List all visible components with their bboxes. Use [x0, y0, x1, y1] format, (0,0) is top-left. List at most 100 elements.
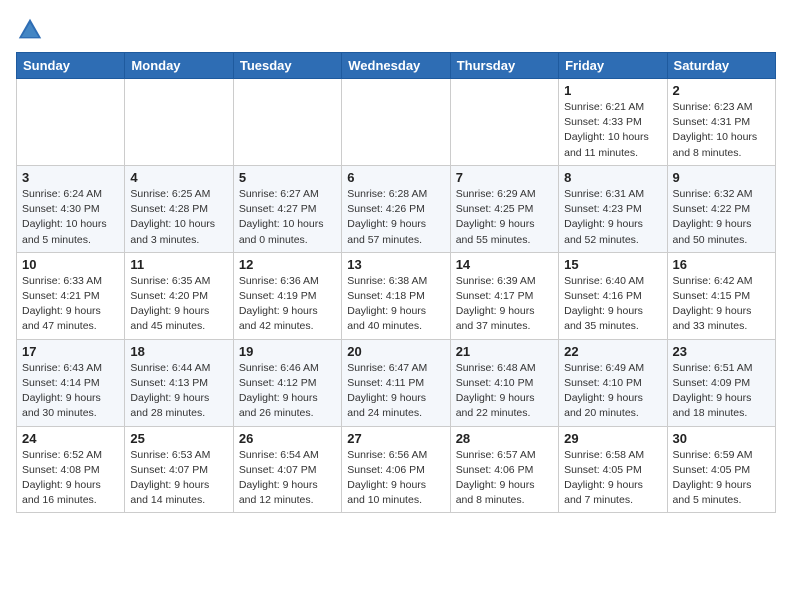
calendar-cell: 7 Sunrise: 6:29 AM Sunset: 4:25 PM Daylig…: [450, 165, 558, 252]
calendar-cell: 4 Sunrise: 6:25 AM Sunset: 4:28 PM Daylig…: [125, 165, 233, 252]
header-day-saturday: Saturday: [667, 53, 775, 79]
day-number: 19: [239, 344, 336, 359]
day-number: 12: [239, 257, 336, 272]
calendar-week-row: 3 Sunrise: 6:24 AM Sunset: 4:30 PM Daylig…: [17, 165, 776, 252]
calendar-cell: 2 Sunrise: 6:23 AM Sunset: 4:31 PM Daylig…: [667, 79, 775, 166]
day-info: Sunrise: 6:40 AM Sunset: 4:16 PM Dayligh…: [564, 274, 661, 335]
day-info: Sunrise: 6:47 AM Sunset: 4:11 PM Dayligh…: [347, 361, 444, 422]
day-number: 4: [130, 170, 227, 185]
day-number: 1: [564, 83, 661, 98]
logo: [16, 16, 48, 44]
calendar-cell: 23Sunrise: 6:51 AM Sunset: 4:09 PM Dayli…: [667, 339, 775, 426]
page-header: [16, 16, 776, 44]
calendar-cell: [233, 79, 341, 166]
day-number: 30: [673, 431, 770, 446]
header-day-wednesday: Wednesday: [342, 53, 450, 79]
day-info: Sunrise: 6:24 AM Sunset: 4:30 PM Dayligh…: [22, 187, 119, 248]
day-info: Sunrise: 6:27 AM Sunset: 4:27 PM Dayligh…: [239, 187, 336, 248]
calendar-cell: 6 Sunrise: 6:28 AM Sunset: 4:26 PM Daylig…: [342, 165, 450, 252]
day-info: Sunrise: 6:53 AM Sunset: 4:07 PM Dayligh…: [130, 448, 227, 509]
day-info: Sunrise: 6:59 AM Sunset: 4:05 PM Dayligh…: [673, 448, 770, 509]
day-info: Sunrise: 6:44 AM Sunset: 4:13 PM Dayligh…: [130, 361, 227, 422]
day-info: Sunrise: 6:28 AM Sunset: 4:26 PM Dayligh…: [347, 187, 444, 248]
calendar-cell: 26 Sunrise: 6:54 AM Sunset: 4:07 PM Dayli…: [233, 426, 341, 513]
logo-icon: [16, 16, 44, 44]
calendar-cell: 28 Sunrise: 6:57 AM Sunset: 4:06 PM Dayli…: [450, 426, 558, 513]
calendar-cell: 3 Sunrise: 6:24 AM Sunset: 4:30 PM Daylig…: [17, 165, 125, 252]
calendar-cell: [342, 79, 450, 166]
day-info: Sunrise: 6:31 AM Sunset: 4:23 PM Dayligh…: [564, 187, 661, 248]
calendar-cell: 25 Sunrise: 6:53 AM Sunset: 4:07 PM Dayli…: [125, 426, 233, 513]
calendar-cell: 12 Sunrise: 6:36 AM Sunset: 4:19 PM Dayli…: [233, 252, 341, 339]
day-number: 2: [673, 83, 770, 98]
day-info: Sunrise: 6:46 AM Sunset: 4:12 PM Dayligh…: [239, 361, 336, 422]
day-number: 15: [564, 257, 661, 272]
calendar-cell: [125, 79, 233, 166]
calendar-cell: 15 Sunrise: 6:40 AM Sunset: 4:16 PM Dayli…: [559, 252, 667, 339]
calendar-cell: 30 Sunrise: 6:59 AM Sunset: 4:05 PM Dayli…: [667, 426, 775, 513]
calendar-cell: 27Sunrise: 6:56 AM Sunset: 4:06 PM Dayli…: [342, 426, 450, 513]
calendar-week-row: 24 Sunrise: 6:52 AM Sunset: 4:08 PM Dayli…: [17, 426, 776, 513]
calendar-week-row: 10Sunrise: 6:33 AM Sunset: 4:21 PM Dayli…: [17, 252, 776, 339]
day-number: 8: [564, 170, 661, 185]
day-number: 7: [456, 170, 553, 185]
day-number: 24: [22, 431, 119, 446]
calendar-cell: 17Sunrise: 6:43 AM Sunset: 4:14 PM Dayli…: [17, 339, 125, 426]
day-number: 28: [456, 431, 553, 446]
day-info: Sunrise: 6:48 AM Sunset: 4:10 PM Dayligh…: [456, 361, 553, 422]
day-number: 5: [239, 170, 336, 185]
calendar-cell: 22 Sunrise: 6:49 AM Sunset: 4:10 PM Dayli…: [559, 339, 667, 426]
calendar-cell: 11 Sunrise: 6:35 AM Sunset: 4:20 PM Dayli…: [125, 252, 233, 339]
day-number: 29: [564, 431, 661, 446]
calendar-table: SundayMondayTuesdayWednesdayThursdayFrid…: [16, 52, 776, 513]
day-info: Sunrise: 6:29 AM Sunset: 4:25 PM Dayligh…: [456, 187, 553, 248]
calendar-cell: 14 Sunrise: 6:39 AM Sunset: 4:17 PM Dayli…: [450, 252, 558, 339]
day-number: 9: [673, 170, 770, 185]
day-info: Sunrise: 6:52 AM Sunset: 4:08 PM Dayligh…: [22, 448, 119, 509]
day-info: Sunrise: 6:58 AM Sunset: 4:05 PM Dayligh…: [564, 448, 661, 509]
day-number: 22: [564, 344, 661, 359]
day-number: 3: [22, 170, 119, 185]
day-info: Sunrise: 6:32 AM Sunset: 4:22 PM Dayligh…: [673, 187, 770, 248]
header-day-sunday: Sunday: [17, 53, 125, 79]
day-info: Sunrise: 6:51 AM Sunset: 4:09 PM Dayligh…: [673, 361, 770, 422]
day-number: 6: [347, 170, 444, 185]
day-number: 14: [456, 257, 553, 272]
calendar-cell: 10Sunrise: 6:33 AM Sunset: 4:21 PM Dayli…: [17, 252, 125, 339]
day-info: Sunrise: 6:49 AM Sunset: 4:10 PM Dayligh…: [564, 361, 661, 422]
day-number: 10: [22, 257, 119, 272]
day-info: Sunrise: 6:56 AM Sunset: 4:06 PM Dayligh…: [347, 448, 444, 509]
calendar-cell: 16 Sunrise: 6:42 AM Sunset: 4:15 PM Dayli…: [667, 252, 775, 339]
day-number: 26: [239, 431, 336, 446]
calendar-cell: [17, 79, 125, 166]
calendar-cell: 24 Sunrise: 6:52 AM Sunset: 4:08 PM Dayli…: [17, 426, 125, 513]
day-info: Sunrise: 6:36 AM Sunset: 4:19 PM Dayligh…: [239, 274, 336, 335]
calendar-cell: 1 Sunrise: 6:21 AM Sunset: 4:33 PM Daylig…: [559, 79, 667, 166]
day-number: 11: [130, 257, 227, 272]
day-info: Sunrise: 6:57 AM Sunset: 4:06 PM Dayligh…: [456, 448, 553, 509]
calendar-cell: 21Sunrise: 6:48 AM Sunset: 4:10 PM Dayli…: [450, 339, 558, 426]
day-info: Sunrise: 6:42 AM Sunset: 4:15 PM Dayligh…: [673, 274, 770, 335]
header-day-friday: Friday: [559, 53, 667, 79]
day-info: Sunrise: 6:35 AM Sunset: 4:20 PM Dayligh…: [130, 274, 227, 335]
calendar-cell: 18 Sunrise: 6:44 AM Sunset: 4:13 PM Dayli…: [125, 339, 233, 426]
day-info: Sunrise: 6:54 AM Sunset: 4:07 PM Dayligh…: [239, 448, 336, 509]
calendar-cell: 13Sunrise: 6:38 AM Sunset: 4:18 PM Dayli…: [342, 252, 450, 339]
day-number: 18: [130, 344, 227, 359]
day-info: Sunrise: 6:39 AM Sunset: 4:17 PM Dayligh…: [456, 274, 553, 335]
day-info: Sunrise: 6:23 AM Sunset: 4:31 PM Dayligh…: [673, 100, 770, 161]
day-info: Sunrise: 6:21 AM Sunset: 4:33 PM Dayligh…: [564, 100, 661, 161]
day-number: 13: [347, 257, 444, 272]
header-day-tuesday: Tuesday: [233, 53, 341, 79]
calendar-cell: 19 Sunrise: 6:46 AM Sunset: 4:12 PM Dayli…: [233, 339, 341, 426]
day-number: 20: [347, 344, 444, 359]
day-info: Sunrise: 6:25 AM Sunset: 4:28 PM Dayligh…: [130, 187, 227, 248]
day-number: 16: [673, 257, 770, 272]
calendar-cell: 5 Sunrise: 6:27 AM Sunset: 4:27 PM Daylig…: [233, 165, 341, 252]
day-number: 25: [130, 431, 227, 446]
calendar-cell: 9 Sunrise: 6:32 AM Sunset: 4:22 PM Daylig…: [667, 165, 775, 252]
calendar-cell: 8 Sunrise: 6:31 AM Sunset: 4:23 PM Daylig…: [559, 165, 667, 252]
calendar-cell: [450, 79, 558, 166]
calendar-week-row: 17Sunrise: 6:43 AM Sunset: 4:14 PM Dayli…: [17, 339, 776, 426]
calendar-cell: 29 Sunrise: 6:58 AM Sunset: 4:05 PM Dayli…: [559, 426, 667, 513]
